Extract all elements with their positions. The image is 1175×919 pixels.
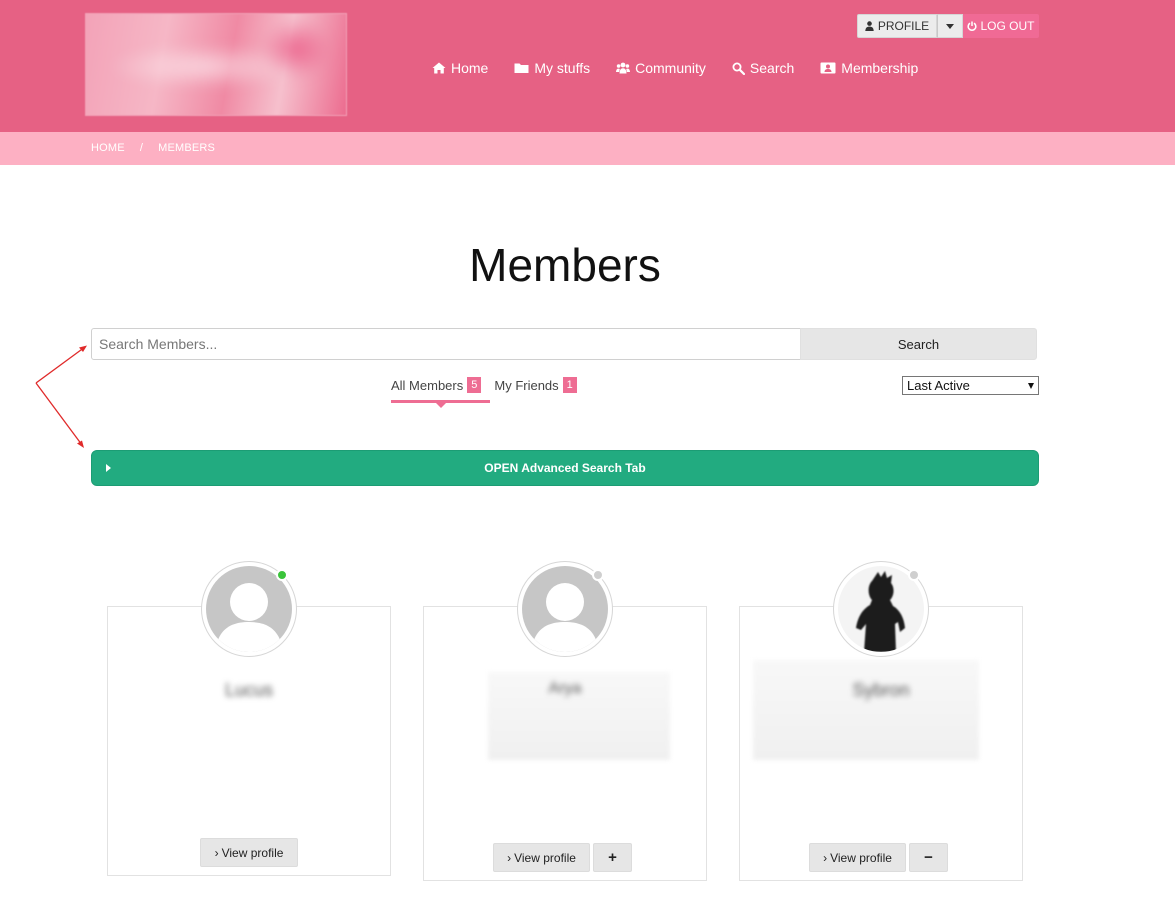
- chevron-right-icon: ›: [823, 850, 828, 865]
- logout-button-label: LOG OUT: [980, 19, 1035, 33]
- member-name: Arya: [548, 680, 582, 697]
- view-profile-label: View profile: [830, 850, 892, 865]
- view-profile-button[interactable]: › View profile: [200, 838, 298, 867]
- member-tabs: All Members 5 My Friends 1: [391, 376, 577, 394]
- breadcrumb-home[interactable]: HOME: [91, 142, 125, 154]
- chevron-right-icon: ›: [507, 850, 512, 865]
- nav-item-search[interactable]: Search: [732, 58, 794, 78]
- nav-item-label: Home: [451, 60, 489, 76]
- sort-select[interactable]: Last Active: [902, 376, 1039, 395]
- home-icon: [432, 62, 446, 74]
- member-name: Sybron: [852, 680, 910, 700]
- remove-friend-button[interactable]: −: [909, 843, 948, 872]
- member-name: Lucus: [224, 680, 274, 700]
- chevron-down-icon: [946, 23, 954, 29]
- search-input[interactable]: [91, 328, 801, 360]
- caret-right-icon: [106, 464, 111, 472]
- tab-all-members[interactable]: All Members 5: [391, 376, 482, 394]
- user-menu: PROFILE LOG OUT: [857, 14, 1039, 38]
- logout-button[interactable]: LOG OUT: [963, 14, 1039, 38]
- annotation-arrows: [35, 345, 87, 448]
- member-info-block: [753, 660, 979, 760]
- tab-label: All Members: [391, 377, 464, 393]
- user-icon: [865, 21, 874, 31]
- active-tab-pointer: [436, 403, 446, 408]
- nav-item-label: Community: [635, 60, 706, 76]
- nav-item-my-stuffs[interactable]: My stuffs: [514, 58, 590, 78]
- view-profile-label: View profile: [221, 845, 284, 860]
- users-icon: [616, 62, 631, 74]
- main-nav: Home My stuffs Community Search Membersh…: [432, 58, 944, 78]
- id-card-icon: [820, 62, 836, 74]
- offline-status-dot: [592, 569, 604, 581]
- search-icon: [732, 62, 745, 75]
- profile-button[interactable]: PROFILE: [857, 14, 937, 38]
- nav-item-community[interactable]: Community: [616, 58, 706, 78]
- online-status-dot: [276, 569, 288, 581]
- count-badge: 5: [467, 377, 482, 393]
- nav-item-home[interactable]: Home: [432, 58, 488, 78]
- nav-item-label: Search: [749, 60, 795, 76]
- add-friend-button[interactable]: +: [593, 843, 632, 872]
- view-profile-button[interactable]: › View profile: [809, 843, 906, 872]
- advanced-search-label: OPEN Advanced Search Tab: [484, 461, 646, 475]
- count-badge: 1: [562, 377, 577, 393]
- chevron-right-icon: ›: [214, 845, 219, 860]
- sort-selected-value: Last Active: [907, 378, 970, 393]
- nav-item-label: My stuffs: [534, 60, 591, 76]
- tab-label: My Friends: [494, 377, 559, 393]
- site-logo[interactable]: [85, 13, 347, 116]
- tab-my-friends[interactable]: My Friends 1: [494, 376, 577, 394]
- power-icon: [967, 21, 977, 31]
- view-profile-button[interactable]: › View profile: [493, 843, 590, 872]
- nav-item-membership[interactable]: Membership: [820, 58, 918, 78]
- offline-status-dot: [908, 569, 920, 581]
- profile-button-label: PROFILE: [877, 19, 930, 33]
- breadcrumb: HOME / MEMBERS: [91, 142, 215, 154]
- nav-item-label: Membership: [841, 60, 919, 76]
- breadcrumb-current: MEMBERS: [158, 142, 216, 154]
- dropdown-arrow-icon: [1028, 382, 1034, 389]
- folder-icon: [514, 63, 529, 73]
- profile-dropdown-toggle[interactable]: [937, 14, 963, 38]
- page-title: Members: [469, 239, 661, 291]
- advanced-search-toggle[interactable]: OPEN Advanced Search Tab: [91, 450, 1039, 486]
- view-profile-label: View profile: [514, 850, 576, 865]
- breadcrumb-separator: /: [139, 142, 144, 154]
- search-button[interactable]: Search: [800, 328, 1037, 360]
